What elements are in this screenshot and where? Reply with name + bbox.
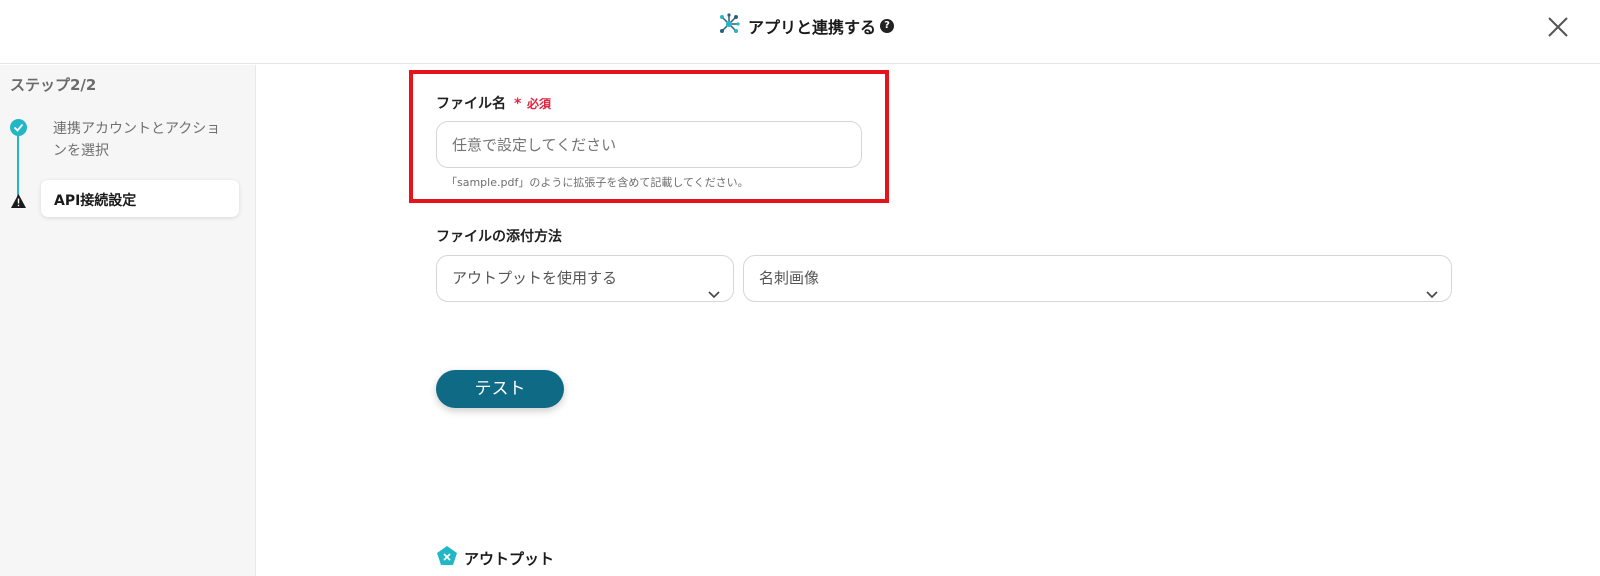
modal-title-text: アプリと連携する xyxy=(748,18,877,37)
step-title: ステップ2/2 xyxy=(10,76,97,94)
modal-title: アプリと連携する ? xyxy=(718,13,895,39)
step-item-api-settings[interactable]: API接続設定 xyxy=(41,180,239,217)
step-item-select-action[interactable]: 連携アカウントとアクションを選択 xyxy=(53,118,233,162)
step-connector xyxy=(17,131,19,199)
attachment-source-value: 名刺画像 xyxy=(759,269,820,287)
attachment-source-select[interactable]: 名刺画像 xyxy=(743,255,1452,302)
modal-header: アプリと連携する ? xyxy=(0,0,1600,64)
required-mark: * xyxy=(514,96,522,112)
output-pentagon-icon xyxy=(436,545,458,571)
required-label: 必須 xyxy=(527,97,552,111)
file-name-input[interactable] xyxy=(436,121,862,168)
attachment-method-select[interactable]: アウトプットを使用する xyxy=(436,255,734,302)
close-icon[interactable] xyxy=(1545,14,1571,40)
chevron-down-icon xyxy=(707,273,721,299)
warning-triangle-icon xyxy=(10,193,27,209)
attachment-method-value: アウトプットを使用する xyxy=(452,269,618,287)
question-circle-icon[interactable]: ? xyxy=(880,19,895,33)
attachment-method-label: ファイルの添付方法 xyxy=(436,229,562,245)
chevron-down-icon xyxy=(1425,273,1439,299)
check-circle-icon xyxy=(10,119,27,136)
step-sidebar: ステップ2/2 連携アカウントとアクションを選択 API接続設定 xyxy=(0,65,256,576)
network-nodes-icon xyxy=(718,13,740,39)
file-name-label: ファイル名 xyxy=(436,96,506,112)
output-section-header: アウトプット xyxy=(436,545,554,571)
test-button[interactable]: テスト xyxy=(436,370,564,408)
file-name-hint: 「sample.pdf」のように拡張子を含めて記載してください。 xyxy=(446,176,749,189)
output-label: アウトプット xyxy=(464,549,555,568)
